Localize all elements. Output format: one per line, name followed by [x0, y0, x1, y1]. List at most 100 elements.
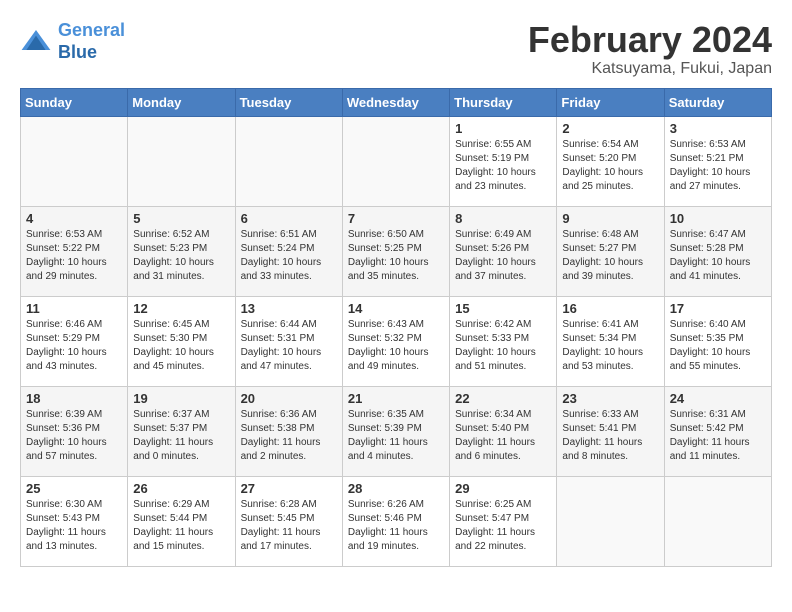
calendar-cell: 4 Sunrise: 6:53 AM Sunset: 5:22 PM Daylig… [21, 206, 128, 296]
calendar-cell: 29 Sunrise: 6:25 AM Sunset: 5:47 PM Dayli… [450, 476, 557, 566]
day-number: 15 [455, 301, 551, 316]
day-number: 29 [455, 481, 551, 496]
weekday-header: Saturday [664, 88, 771, 116]
calendar-cell: 26 Sunrise: 6:29 AM Sunset: 5:44 PM Dayli… [128, 476, 235, 566]
day-info: Sunrise: 6:46 AM Sunset: 5:29 PM Dayligh… [26, 318, 122, 374]
day-number: 4 [26, 211, 122, 226]
day-number: 26 [133, 481, 229, 496]
weekday-header: Wednesday [342, 88, 449, 116]
day-number: 18 [26, 391, 122, 406]
day-info: Sunrise: 6:47 AM Sunset: 5:28 PM Dayligh… [670, 228, 766, 284]
calendar-cell: 9Sunrise: 6:48 AM Sunset: 5:27 PM Daylig… [557, 206, 664, 296]
day-info: Sunrise: 6:49 AM Sunset: 5:26 PM Dayligh… [455, 228, 551, 284]
day-number: 28 [348, 481, 444, 496]
logo-icon [20, 26, 52, 58]
day-info: Sunrise: 6:55 AM Sunset: 5:19 PM Dayligh… [455, 138, 551, 194]
day-info: Sunrise: 6:37 AM Sunset: 5:37 PM Dayligh… [133, 408, 229, 464]
day-info: Sunrise: 6:36 AM Sunset: 5:38 PM Dayligh… [241, 408, 337, 464]
calendar-cell: 2 Sunrise: 6:54 AM Sunset: 5:20 PM Daylig… [557, 116, 664, 206]
title-block: February 2024 Katsuyama, Fukui, Japan [528, 20, 772, 78]
calendar-week-row: 25 Sunrise: 6:30 AM Sunset: 5:43 PM Dayli… [21, 476, 772, 566]
calendar-cell: 28 Sunrise: 6:26 AM Sunset: 5:46 PM Dayli… [342, 476, 449, 566]
day-info: Sunrise: 6:41 AM Sunset: 5:34 PM Dayligh… [562, 318, 658, 374]
calendar-cell: 24Sunrise: 6:31 AM Sunset: 5:42 PM Dayli… [664, 386, 771, 476]
day-info: Sunrise: 6:54 AM Sunset: 5:20 PM Dayligh… [562, 138, 658, 194]
day-info: Sunrise: 6:34 AM Sunset: 5:40 PM Dayligh… [455, 408, 551, 464]
calendar-cell: 1 Sunrise: 6:55 AM Sunset: 5:19 PM Daylig… [450, 116, 557, 206]
calendar-cell: 16 Sunrise: 6:41 AM Sunset: 5:34 PM Dayli… [557, 296, 664, 386]
calendar-cell [342, 116, 449, 206]
calendar-cell [664, 476, 771, 566]
day-number: 3 [670, 121, 766, 136]
day-info: Sunrise: 6:48 AM Sunset: 5:27 PM Dayligh… [562, 228, 658, 284]
day-number: 2 [562, 121, 658, 136]
calendar-week-row: 11 Sunrise: 6:46 AM Sunset: 5:29 PM Dayli… [21, 296, 772, 386]
calendar-week-row: 1 Sunrise: 6:55 AM Sunset: 5:19 PM Daylig… [21, 116, 772, 206]
calendar-cell: 6Sunrise: 6:51 AM Sunset: 5:24 PM Daylig… [235, 206, 342, 296]
page-header: General Blue February 2024 Katsuyama, Fu… [20, 20, 772, 78]
weekday-header-row: SundayMondayTuesdayWednesdayThursdayFrid… [21, 88, 772, 116]
day-number: 13 [241, 301, 337, 316]
day-number: 27 [241, 481, 337, 496]
day-info: Sunrise: 6:42 AM Sunset: 5:33 PM Dayligh… [455, 318, 551, 374]
day-number: 23 [562, 391, 658, 406]
day-number: 22 [455, 391, 551, 406]
logo-text: General Blue [58, 20, 125, 63]
calendar-cell: 21Sunrise: 6:35 AM Sunset: 5:39 PM Dayli… [342, 386, 449, 476]
day-number: 17 [670, 301, 766, 316]
day-info: Sunrise: 6:53 AM Sunset: 5:22 PM Dayligh… [26, 228, 122, 284]
day-info: Sunrise: 6:30 AM Sunset: 5:43 PM Dayligh… [26, 498, 122, 554]
day-info: Sunrise: 6:26 AM Sunset: 5:46 PM Dayligh… [348, 498, 444, 554]
day-number: 11 [26, 301, 122, 316]
logo: General Blue [20, 20, 125, 63]
day-info: Sunrise: 6:45 AM Sunset: 5:30 PM Dayligh… [133, 318, 229, 374]
calendar-cell: 10 Sunrise: 6:47 AM Sunset: 5:28 PM Dayli… [664, 206, 771, 296]
calendar-week-row: 4 Sunrise: 6:53 AM Sunset: 5:22 PM Daylig… [21, 206, 772, 296]
day-number: 5 [133, 211, 229, 226]
day-info: Sunrise: 6:28 AM Sunset: 5:45 PM Dayligh… [241, 498, 337, 554]
calendar-cell: 5 Sunrise: 6:52 AM Sunset: 5:23 PM Daylig… [128, 206, 235, 296]
weekday-header: Tuesday [235, 88, 342, 116]
day-info: Sunrise: 6:50 AM Sunset: 5:25 PM Dayligh… [348, 228, 444, 284]
day-number: 12 [133, 301, 229, 316]
calendar-title: February 2024 [528, 20, 772, 60]
calendar-cell: 7 Sunrise: 6:50 AM Sunset: 5:25 PM Daylig… [342, 206, 449, 296]
calendar-cell: 12 Sunrise: 6:45 AM Sunset: 5:30 PM Dayli… [128, 296, 235, 386]
day-number: 1 [455, 121, 551, 136]
calendar-cell: 19 Sunrise: 6:37 AM Sunset: 5:37 PM Dayli… [128, 386, 235, 476]
day-info: Sunrise: 6:33 AM Sunset: 5:41 PM Dayligh… [562, 408, 658, 464]
day-number: 25 [26, 481, 122, 496]
day-number: 19 [133, 391, 229, 406]
day-info: Sunrise: 6:35 AM Sunset: 5:39 PM Dayligh… [348, 408, 444, 464]
day-number: 16 [562, 301, 658, 316]
calendar-cell: 13 Sunrise: 6:44 AM Sunset: 5:31 PM Dayli… [235, 296, 342, 386]
calendar-cell: 18 Sunrise: 6:39 AM Sunset: 5:36 PM Dayli… [21, 386, 128, 476]
calendar-cell: 8Sunrise: 6:49 AM Sunset: 5:26 PM Daylig… [450, 206, 557, 296]
day-info: Sunrise: 6:44 AM Sunset: 5:31 PM Dayligh… [241, 318, 337, 374]
calendar-cell [557, 476, 664, 566]
weekday-header: Thursday [450, 88, 557, 116]
day-info: Sunrise: 6:39 AM Sunset: 5:36 PM Dayligh… [26, 408, 122, 464]
weekday-header: Monday [128, 88, 235, 116]
day-number: 7 [348, 211, 444, 226]
calendar-table: SundayMondayTuesdayWednesdayThursdayFrid… [20, 88, 772, 567]
day-number: 10 [670, 211, 766, 226]
calendar-cell: 17 Sunrise: 6:40 AM Sunset: 5:35 PM Dayli… [664, 296, 771, 386]
calendar-week-row: 18 Sunrise: 6:39 AM Sunset: 5:36 PM Dayli… [21, 386, 772, 476]
day-info: Sunrise: 6:52 AM Sunset: 5:23 PM Dayligh… [133, 228, 229, 284]
day-info: Sunrise: 6:40 AM Sunset: 5:35 PM Dayligh… [670, 318, 766, 374]
day-info: Sunrise: 6:53 AM Sunset: 5:21 PM Dayligh… [670, 138, 766, 194]
calendar-cell: 14Sunrise: 6:43 AM Sunset: 5:32 PM Dayli… [342, 296, 449, 386]
calendar-cell: 27 Sunrise: 6:28 AM Sunset: 5:45 PM Dayli… [235, 476, 342, 566]
day-info: Sunrise: 6:25 AM Sunset: 5:47 PM Dayligh… [455, 498, 551, 554]
day-info: Sunrise: 6:29 AM Sunset: 5:44 PM Dayligh… [133, 498, 229, 554]
calendar-cell: 3 Sunrise: 6:53 AM Sunset: 5:21 PM Daylig… [664, 116, 771, 206]
calendar-cell [128, 116, 235, 206]
day-info: Sunrise: 6:51 AM Sunset: 5:24 PM Dayligh… [241, 228, 337, 284]
calendar-cell: 20 Sunrise: 6:36 AM Sunset: 5:38 PM Dayli… [235, 386, 342, 476]
day-number: 20 [241, 391, 337, 406]
day-info: Sunrise: 6:31 AM Sunset: 5:42 PM Dayligh… [670, 408, 766, 464]
calendar-cell [235, 116, 342, 206]
calendar-cell: 23 Sunrise: 6:33 AM Sunset: 5:41 PM Dayli… [557, 386, 664, 476]
calendar-cell [21, 116, 128, 206]
